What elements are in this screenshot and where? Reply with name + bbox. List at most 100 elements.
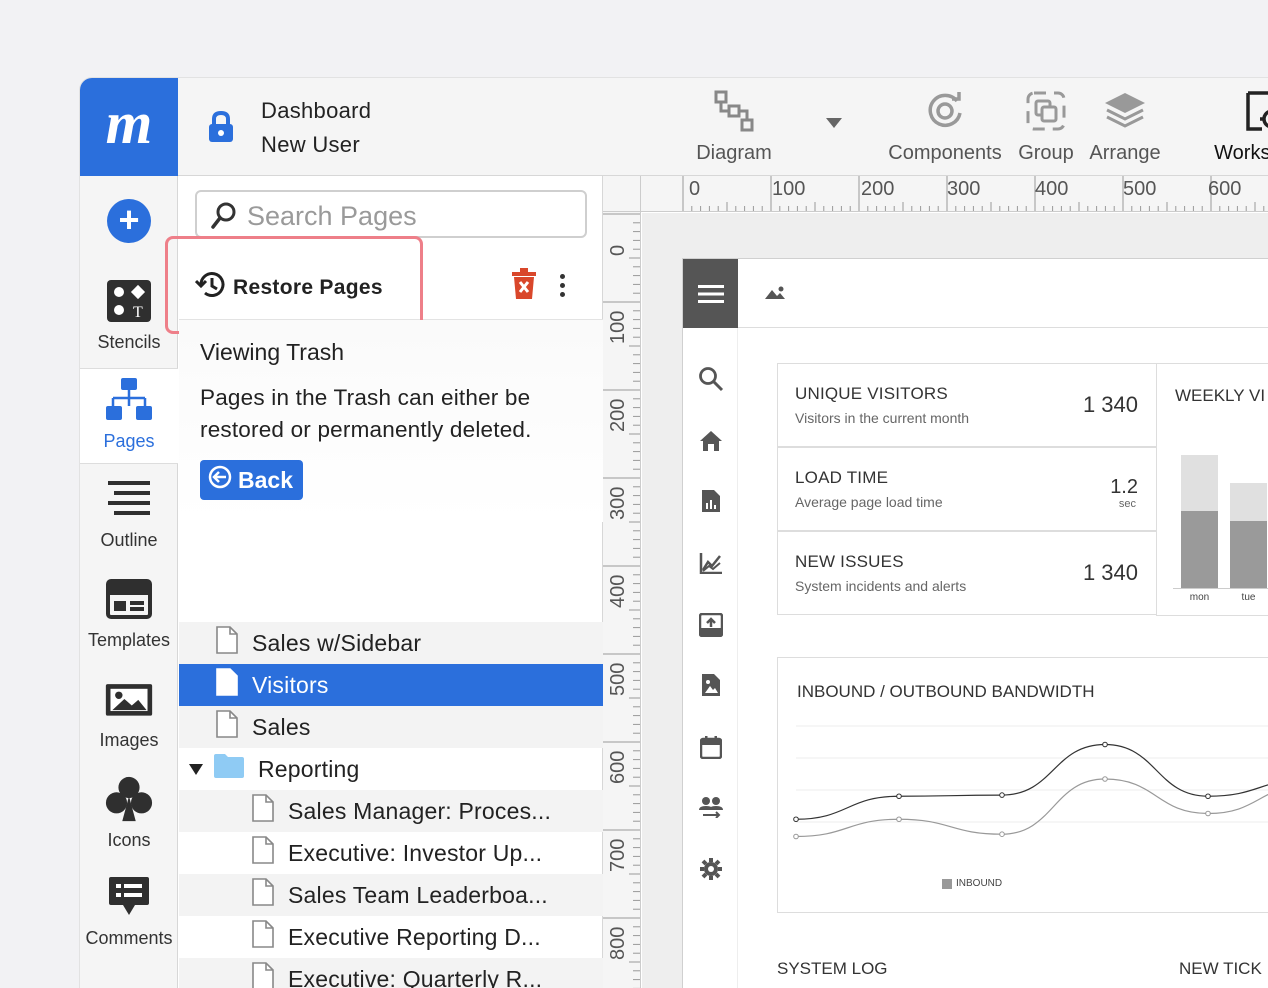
bar-label: mon	[1189, 592, 1210, 603]
trash-title: Viewing Trash	[200, 339, 345, 365]
list-item[interactable]: Executive Reporting D...	[179, 916, 603, 958]
expand-caret-icon[interactable]	[189, 763, 203, 775]
stat-card-visitors[interactable]: UNIQUE VISITORS Visitors in the current …	[777, 363, 1157, 447]
rail-item-images[interactable]: Images	[80, 668, 178, 764]
components-label: Components	[888, 142, 1002, 164]
calendar-icon[interactable]	[697, 733, 725, 761]
system-log-title: SYSTEM LOG	[777, 959, 888, 978]
data-point	[793, 816, 799, 823]
add-button[interactable]: +	[107, 199, 151, 243]
rail-item-pages[interactable]: Pages	[80, 368, 178, 464]
home-icon[interactable]	[697, 427, 725, 455]
report-icon[interactable]	[697, 487, 725, 515]
list-item[interactable]: Executive: Investor Up...	[179, 832, 603, 874]
app-window: m + T Stencils Pages Outline Templates I…	[80, 78, 1268, 988]
rail-item-outline[interactable]: Outline	[80, 468, 178, 564]
search-pages-input[interactable]: Search Pages	[195, 190, 587, 238]
restore-pages-label: Restore Pages	[233, 275, 383, 299]
rail-item-templates[interactable]: Templates	[80, 568, 178, 664]
app-logo[interactable]: m	[80, 78, 178, 176]
data-point	[999, 831, 1005, 837]
components-button[interactable]: Components	[883, 86, 1007, 170]
ruler-tick-label: 300	[607, 486, 629, 520]
folder-label: Reporting	[258, 755, 360, 782]
rail-item-icons[interactable]: Icons	[80, 768, 178, 864]
pages-icon	[104, 375, 154, 425]
search-placeholder: Search Pages	[247, 201, 417, 231]
top-toolbar: Dashboard New User Diagram Components Gr…	[178, 78, 1268, 176]
list-item[interactable]: Visitors	[179, 664, 603, 706]
page-label: Executive: Quarterly R...	[288, 965, 543, 988]
page-label: Visitors	[252, 671, 329, 698]
arrange-label: Arrange	[1089, 142, 1161, 164]
comment-icon	[104, 872, 154, 922]
list-item[interactable]: Sales	[179, 706, 603, 748]
artboard[interactable]: UNIQUE VISITORS Visitors in the current …	[682, 258, 1268, 988]
diagram-dropdown-caret[interactable]	[826, 118, 842, 128]
page-icon	[251, 878, 275, 912]
delete-permanently-button[interactable]	[511, 268, 537, 305]
stat-title: NEW ISSUES	[795, 552, 904, 571]
page-label: Sales Team Leaderboa...	[288, 881, 548, 908]
bandwidth-chart-card[interactable]: INBOUND / OUTBOUND BANDWIDTH INBOUND	[777, 657, 1268, 913]
page-icon	[215, 710, 239, 744]
search-icon	[211, 202, 237, 235]
stencils-icon: T	[104, 276, 154, 326]
new-tickets-title: NEW TICK	[1179, 959, 1262, 978]
menu-icon[interactable]	[683, 259, 738, 328]
group-icon	[1014, 86, 1078, 136]
upload-icon[interactable]	[697, 611, 725, 639]
ruler-tick-label: 0	[689, 178, 701, 200]
group-button[interactable]: Group	[1014, 86, 1078, 170]
ruler-tick-label: 600	[1208, 178, 1242, 200]
chart-legend: INBOUND	[942, 878, 1002, 889]
restore-pages-button[interactable]: Restore Pages	[194, 270, 383, 305]
components-icon	[883, 86, 1007, 136]
arrange-button[interactable]: Arrange	[1084, 86, 1166, 170]
rail-label: Icons	[107, 830, 151, 850]
image-placeholder-icon	[764, 285, 786, 306]
stat-unit: sec	[1118, 498, 1136, 510]
stat-card-load-time[interactable]: LOAD TIME Average page load time 1.2 sec	[777, 447, 1157, 531]
list-item[interactable]: Executive: Quarterly R...	[179, 958, 603, 988]
lock-icon[interactable]	[206, 110, 236, 149]
rail-item-stencils[interactable]: T Stencils	[80, 270, 178, 366]
data-point	[896, 793, 902, 800]
design-canvas[interactable]: UNIQUE VISITORS Visitors in the current …	[642, 213, 1268, 988]
stat-card-issues[interactable]: NEW ISSUES System incidents and alerts 1…	[777, 531, 1157, 615]
rail-label: Pages	[103, 431, 155, 451]
chart-baseline	[1173, 588, 1268, 589]
diagram-button[interactable]: Diagram	[690, 86, 778, 170]
image-file-icon[interactable]	[697, 671, 725, 699]
list-item[interactable]: Reporting	[179, 748, 603, 790]
document-owner: New User	[261, 132, 360, 157]
users-transfer-icon[interactable]	[697, 793, 725, 821]
logo-text: m	[105, 89, 153, 156]
wireframe-header	[738, 259, 1268, 328]
horizontal-ruler[interactable]: 0 100 200 300 400 500 600	[641, 176, 1268, 212]
data-point	[1205, 810, 1211, 817]
left-rail: m + T Stencils Pages Outline Templates I…	[80, 78, 178, 988]
rail-label: Stencils	[97, 332, 161, 352]
search-icon[interactable]	[697, 365, 725, 393]
bar-segment-bottom	[1181, 511, 1218, 588]
document-title[interactable]: Dashboard New User	[261, 94, 371, 162]
list-item[interactable]: Sales Team Leaderboa...	[179, 874, 603, 916]
trash-info: Viewing Trash Pages in the Trash can eit…	[179, 320, 603, 522]
folder-icon	[213, 753, 245, 785]
back-button[interactable]: Back	[200, 460, 303, 500]
ruler-tick-label: 400	[1035, 178, 1069, 200]
more-options-button[interactable]	[559, 274, 567, 301]
gear-icon[interactable]	[697, 855, 725, 883]
page-icon	[251, 836, 275, 870]
list-item[interactable]: Sales Manager: Proces...	[179, 790, 603, 832]
page-icon	[215, 626, 239, 660]
bar-segment-top	[1230, 483, 1267, 521]
rail-item-comments[interactable]: Comments	[80, 866, 178, 962]
workspace-button[interactable]: Workspace	[1208, 86, 1268, 170]
vertical-ruler[interactable]: 0 100 200 300 400 500 600 700 800	[603, 212, 641, 988]
line-chart-icon[interactable]	[697, 549, 725, 577]
list-item[interactable]: Sales w/Sidebar	[179, 622, 603, 664]
weekly-chart-card[interactable]: WEEKLY VI mon tue	[1156, 363, 1268, 616]
stat-subtitle: System incidents and alerts	[795, 578, 967, 594]
